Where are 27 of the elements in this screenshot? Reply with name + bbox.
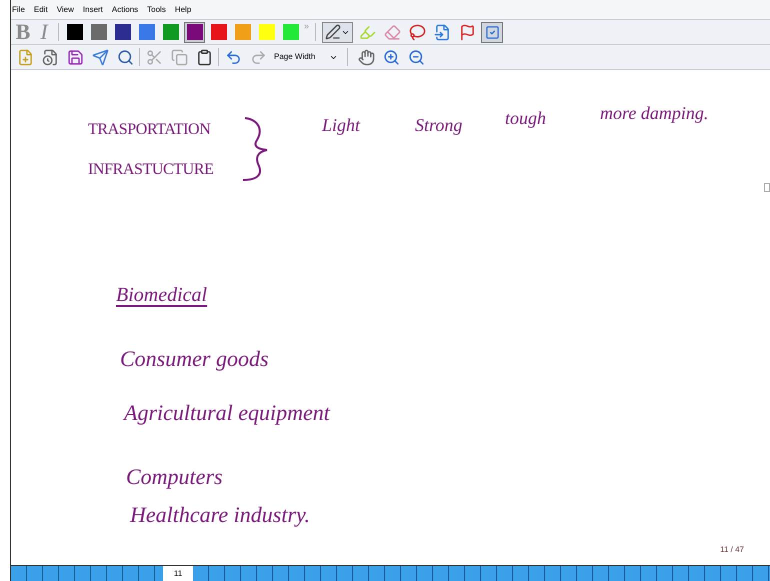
page-strip[interactable] — [193, 566, 770, 581]
handwritten-heading: INFRASTUCTURE — [88, 160, 214, 180]
handwritten-text: Computers — [126, 463, 223, 491]
handwritten-text: Biomedical — [116, 283, 208, 308]
handwritten-heading: TRASPORTATION — [88, 120, 210, 140]
menu-item[interactable]: File — [12, 4, 25, 16]
menu-item[interactable]: Edit — [34, 4, 48, 16]
handwritten-text: Healthcare industry. — [130, 501, 310, 529]
checkbox-icon — [764, 183, 770, 192]
handwritten-text: Light — [322, 114, 360, 137]
view-button[interactable] — [481, 22, 504, 42]
checkbox-icon — [484, 24, 500, 40]
pen-button[interactable] — [322, 22, 354, 42]
menu-item[interactable]: Help — [174, 4, 192, 16]
menu-item[interactable]: Actions — [112, 4, 138, 16]
handwritten-text: Agricultural equipment — [124, 399, 330, 427]
menu-item[interactable]: Insert — [82, 4, 103, 16]
handwritten-text: tough — [505, 107, 546, 130]
menu-item[interactable]: Tools — [147, 4, 166, 16]
page-strip[interactable] — [11, 566, 163, 581]
pen-icon — [325, 24, 342, 40]
menu-item[interactable]: View — [56, 4, 74, 16]
page-number: 11 / 47 — [720, 544, 744, 556]
handwritten-text: more damping. — [600, 102, 708, 125]
zoom-select[interactable]: Page Width — [272, 48, 340, 66]
handwritten-text: Consumer goods — [120, 345, 269, 373]
handwritten-text: Strong — [415, 114, 462, 137]
